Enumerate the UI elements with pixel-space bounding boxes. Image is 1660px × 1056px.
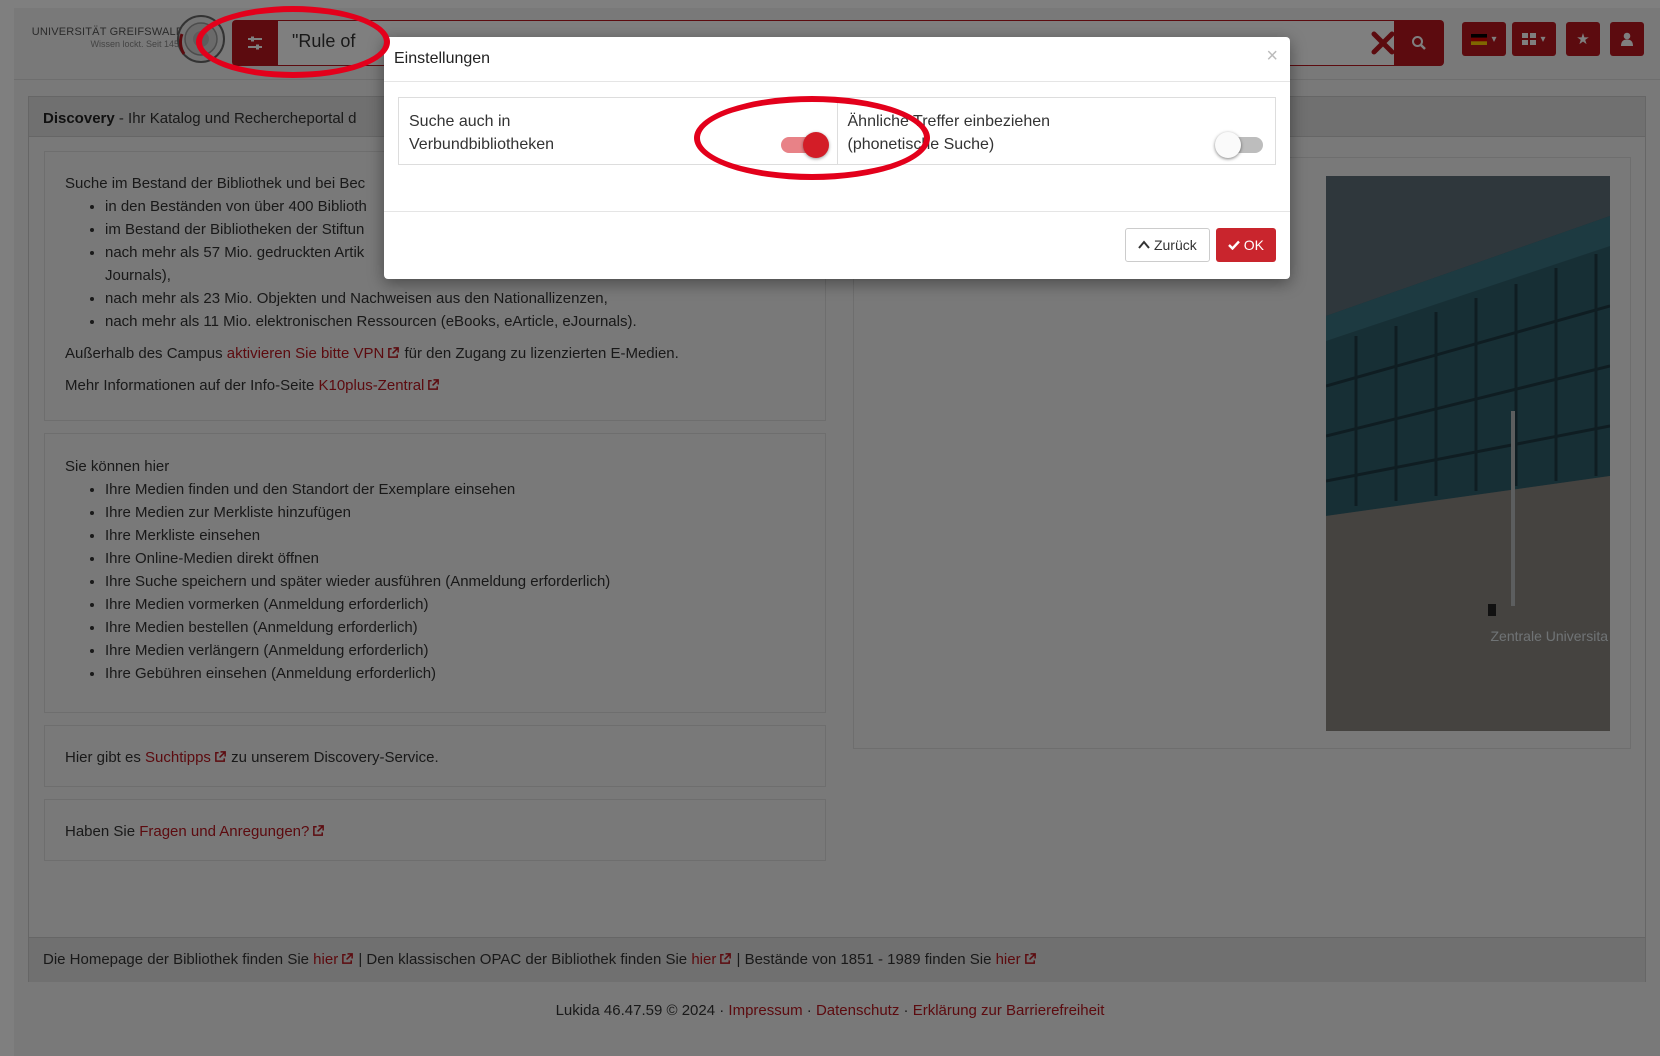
modal-title: Einstellungen	[394, 50, 491, 67]
check-icon	[1227, 240, 1240, 250]
phonetic-search-toggle[interactable]	[1215, 132, 1265, 158]
modal-header: Einstellungen ×	[384, 37, 1290, 82]
toggle-knob	[1215, 132, 1241, 158]
ok-button[interactable]: OK	[1215, 228, 1276, 262]
back-button[interactable]: Zurück	[1124, 228, 1210, 262]
modal-close-button[interactable]: ×	[1266, 45, 1278, 68]
highlight-ellipse-settings	[196, 6, 390, 78]
ok-button-label: OK	[1243, 237, 1264, 253]
modal-footer: Zurück OK	[1124, 228, 1276, 262]
back-button-label: Zurück	[1153, 237, 1197, 253]
highlight-ellipse-toggle	[694, 96, 930, 180]
chevron-up-icon	[1138, 240, 1150, 249]
